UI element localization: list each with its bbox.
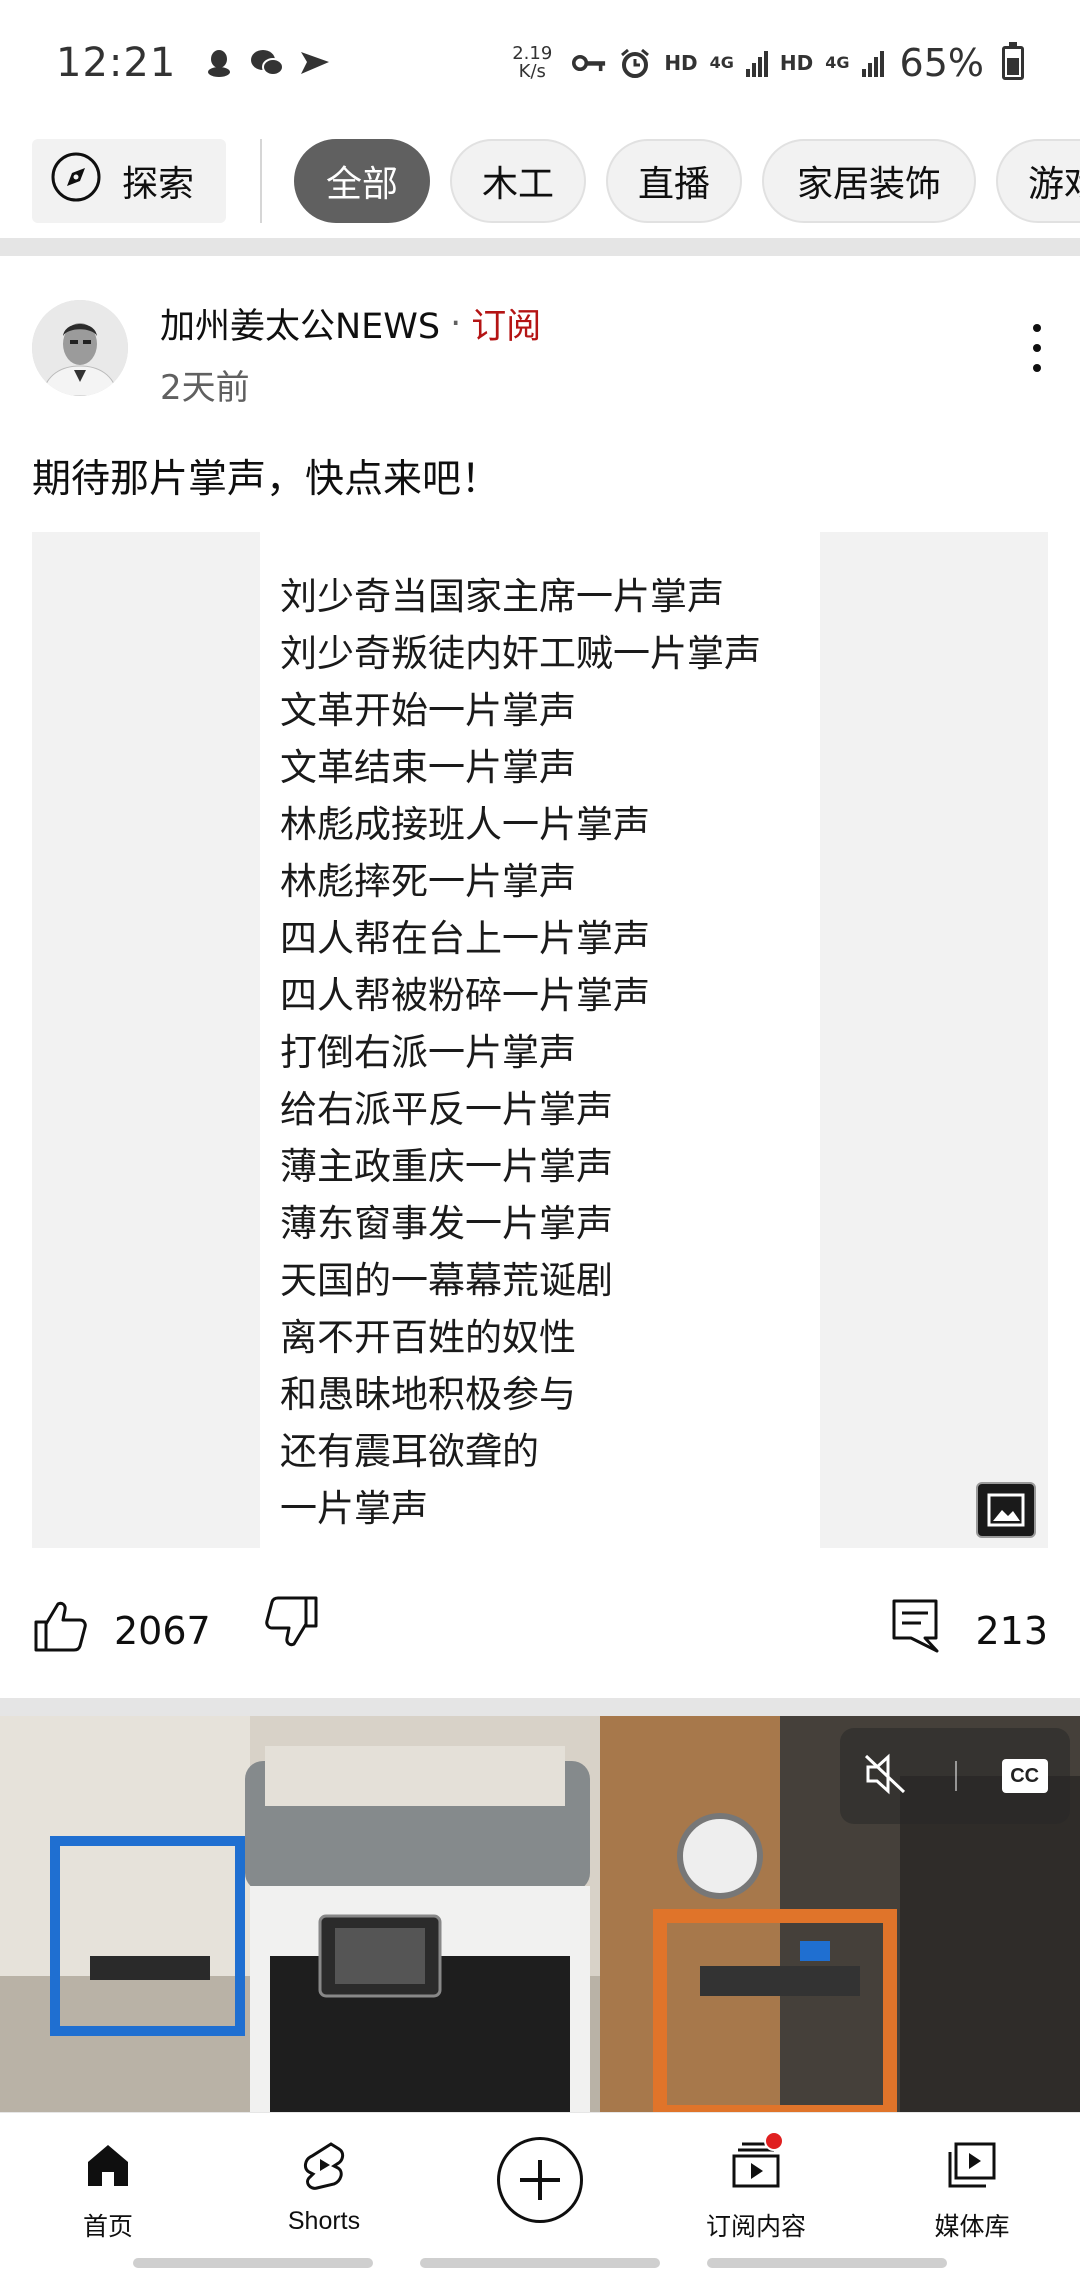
qq-icon [202,46,236,80]
gesture-pill [133,2258,374,2268]
thumbs-up-icon [32,1598,88,1663]
chip-divider [260,139,262,223]
image-text-line: 一片掌声 [280,1487,428,1530]
vpn-key-icon [572,46,606,80]
section-separator [0,238,1080,256]
gesture-navigation-bar [0,2246,1080,2280]
channel-name[interactable]: 加州姜太公NEWS [160,298,440,349]
explore-button[interactable]: 探索 [32,139,226,223]
hd-badge: HD [664,50,698,75]
send-icon [298,46,332,80]
video-controls: CC [840,1728,1070,1824]
image-text-line: 刘少奇当国家主席一片掌声 [280,575,724,618]
image-text-line: 薄东窗事发一片掌声 [280,1202,613,1245]
image-text-line: 打倒右派一片掌声 [280,1031,576,1074]
nav-subscriptions[interactable]: 订阅内容 [648,2113,864,2247]
dislike-button[interactable] [264,1594,320,1654]
chip-all[interactable]: 全部 [294,139,430,223]
image-text-line: 还有震耳欲聋的 [280,1430,539,1473]
subscriptions-icon [728,2131,784,2193]
signal-icon-2 [861,49,884,77]
subscribe-button[interactable]: 订阅 [471,298,541,349]
image-text-line: 薄主政重庆一片掌声 [280,1145,613,1188]
comment-button[interactable]: 213 [891,1598,1048,1663]
nav-home[interactable]: 首页 [0,2113,216,2247]
network-type: 4G [709,53,734,72]
chip-woodworking[interactable]: 木工 [450,139,586,223]
poem-text-panel: 刘少奇当国家主席一片掌声 刘少奇叛徒内奸工贼一片掌声 文革开始一片掌声 文革结束一片掌… [260,532,820,1548]
network-type-2: 4G [825,53,850,72]
create-plus-icon [497,2137,583,2223]
status-right: 2.19 K/s HD 4G HD 4G 65% [512,41,1024,85]
network-speed: 2.19 K/s [512,42,553,82]
notification-icons [202,46,332,80]
post-text: 期待那片掌声，快点来吧！ [32,457,501,502]
post-header: 加州姜太公NEWS · 订阅 2天前 [32,298,1052,408]
battery-fill [1007,57,1019,75]
signal-icon [745,49,768,77]
controls-divider [954,1761,957,1791]
post-image[interactable]: 刘少奇当国家主席一片掌声 刘少奇叛徒内奸工贼一片掌声 文革开始一片掌声 文革结束一片掌… [32,532,1048,1548]
chip-gaming[interactable]: 游戏 [996,139,1080,223]
image-text-line: 给右派平反一片掌声 [280,1088,613,1131]
nav-create[interactable] [432,2113,648,2247]
section-separator-2 [0,1698,1080,1716]
video-preview[interactable]: CC [0,1716,1080,2112]
image-text-line: 林彪成接班人一片掌声 [280,803,650,846]
image-text-line: 刘少奇叛徒内奸工贼一片掌声 [280,632,761,675]
image-text-line: 四人帮被粉碎一片掌声 [280,974,650,1017]
nav-shorts-label: Shorts [287,2207,361,2235]
compass-icon [50,151,102,212]
explore-label: 探索 [122,164,195,205]
category-chips: 探索 全部 木工 直播 家居装饰 游戏 [0,125,1080,237]
shorts-icon [296,2137,352,2193]
image-text-line: 文革开始一片掌声 [280,689,576,732]
image-text-line: 文革结束一片掌声 [280,746,576,789]
nav-subscriptions-label: 订阅内容 [705,2213,806,2241]
gesture-pill [419,2258,660,2268]
engagement-bar: 2067 213 [32,1590,1048,1680]
wechat-icon [250,46,285,80]
comment-count: 213 [975,1608,1048,1653]
closed-captions-button[interactable]: CC [1001,1759,1048,1793]
battery-percent: 65% [899,40,984,85]
alarm-icon [618,46,652,80]
image-text-line: 四人帮在台上一片掌声 [280,917,650,960]
image-text-line: 林彪摔死一片掌声 [280,860,576,903]
nav-shorts[interactable]: Shorts [216,2113,432,2247]
mute-icon[interactable] [862,1752,910,1800]
status-time: 12:21 [56,39,177,86]
notification-dot [764,2131,784,2151]
status-bar: 12:21 2.19 K/s HD 4G HD 4G 65% [0,0,1080,125]
more-options-icon[interactable] [1022,318,1052,378]
hd-badge-2: HD [779,50,814,75]
dot-separator: · [450,303,462,344]
image-text-line: 和愚昧地积极参与 [280,1373,576,1416]
chip-live[interactable]: 直播 [606,139,742,223]
image-text-line: 离不开百姓的奴性 [280,1316,576,1359]
battery-icon [1002,41,1024,80]
image-text-line: 天国的一幕幕荒诞剧 [280,1259,613,1302]
bottom-navigation: 首页 Shorts 订阅内容 媒体库 [0,2112,1080,2246]
library-icon [944,2137,1000,2193]
image-icon [976,1482,1036,1538]
nav-library[interactable]: 媒体库 [864,2113,1080,2247]
post-time: 2天前 [160,368,250,408]
like-count: 2067 [114,1608,211,1653]
gesture-pill [706,2258,947,2268]
home-icon [80,2137,136,2193]
like-button[interactable]: 2067 [32,1598,211,1663]
channel-line: 加州姜太公NEWS · 订阅 [160,298,541,349]
nav-home-label: 首页 [82,2213,133,2241]
chip-home-decor[interactable]: 家居装饰 [762,139,976,223]
channel-avatar[interactable] [32,300,128,396]
comment-icon [891,1598,939,1663]
nav-library-label: 媒体库 [934,2213,1010,2241]
thumbs-down-icon [264,1596,320,1654]
